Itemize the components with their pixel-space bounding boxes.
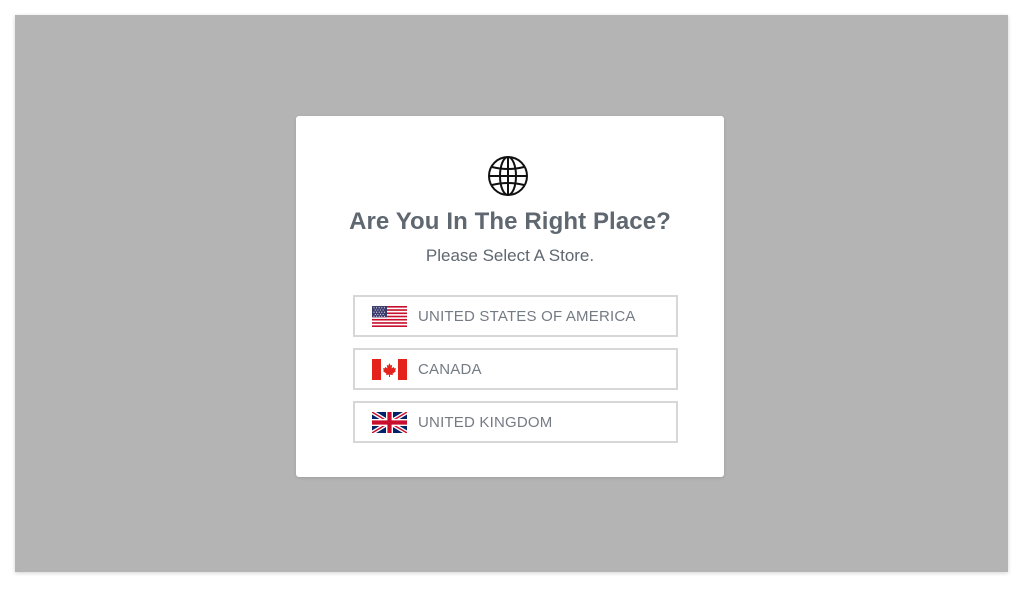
store-button-uk[interactable]: UNITED KINGDOM [353,401,678,443]
store-label-uk: UNITED KINGDOM [418,414,553,431]
store-button-canada[interactable]: CANADA [353,348,678,390]
globe-icon [488,156,528,196]
uk-flag-icon [372,412,407,433]
dialog-title: Are You In The Right Place? [349,208,671,235]
store-button-usa[interactable]: UNITED STATES OF AMERICA [353,295,678,337]
dialog-subtitle: Please Select A Store. [425,246,595,265]
store-label-usa: UNITED STATES OF AMERICA [418,308,636,325]
canada-flag-icon [372,359,407,380]
usa-flag-icon [372,306,407,327]
store-label-canada: CANADA [418,361,482,378]
